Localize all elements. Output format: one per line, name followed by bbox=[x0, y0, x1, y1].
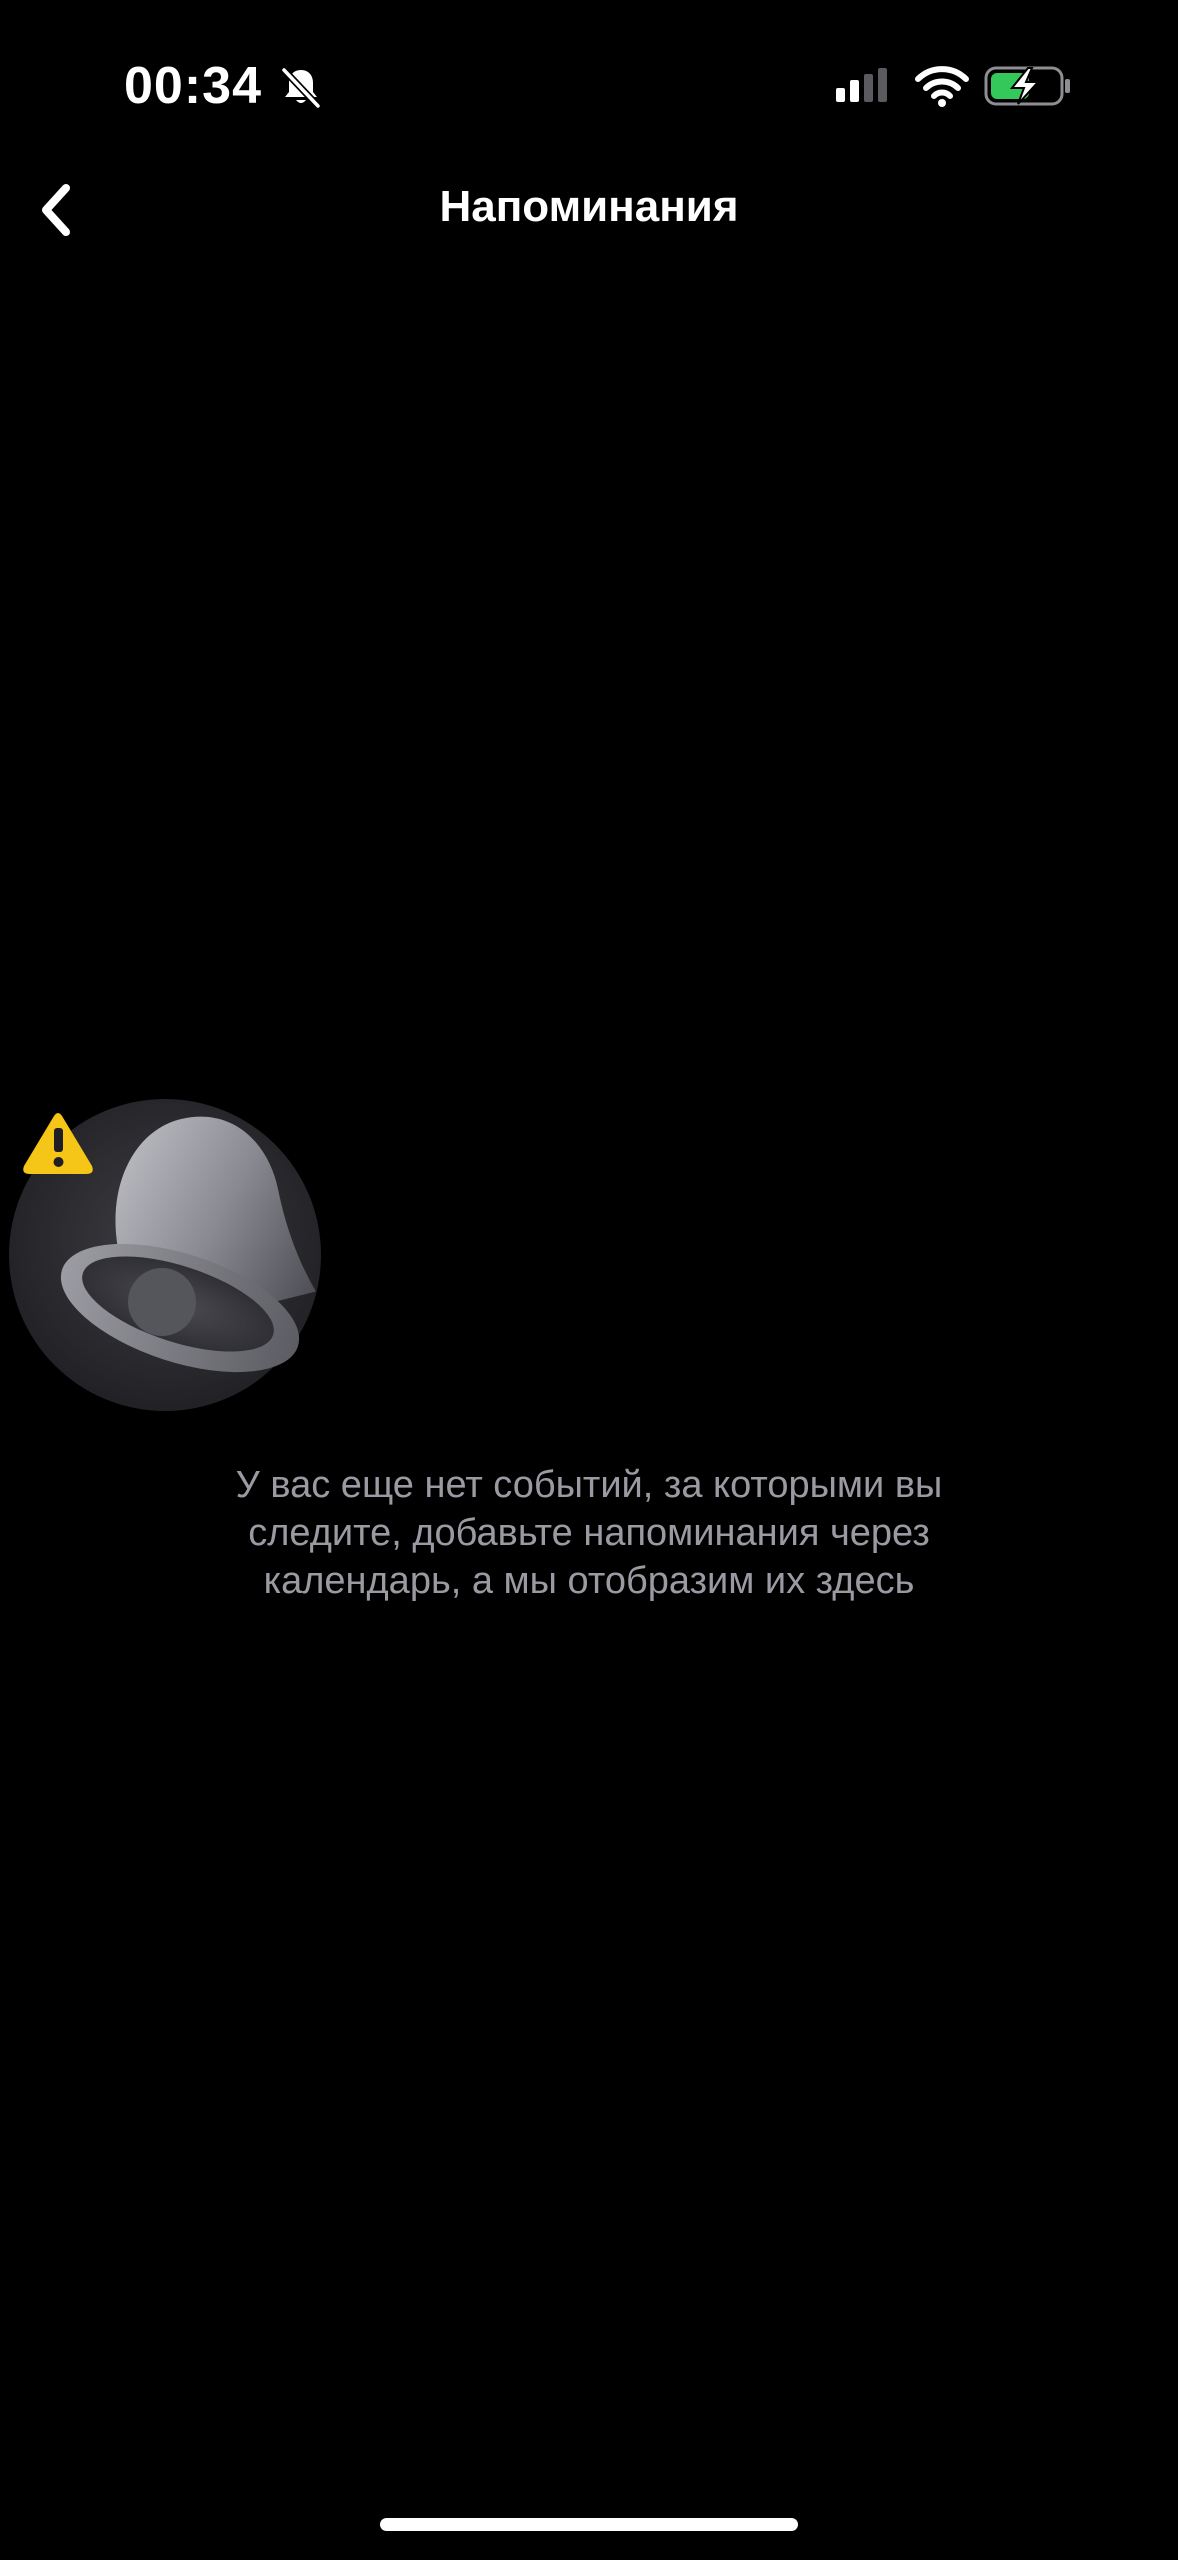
battery-charging-icon bbox=[984, 66, 1070, 106]
cellular-signal-icon bbox=[836, 68, 887, 102]
bell-slash-icon bbox=[280, 66, 322, 110]
page-title: Напоминания bbox=[439, 182, 739, 231]
status-time: 00:34 bbox=[124, 57, 262, 115]
empty-state-message: У вас еще нет событий, за которыми вы сл… bbox=[235, 1464, 943, 1602]
status-bar: 00:34 bbox=[0, 0, 1178, 170]
navigation-header: Напоминания bbox=[0, 160, 1178, 260]
wifi-icon bbox=[915, 66, 969, 107]
bell-icon bbox=[9, 1099, 321, 1411]
home-indicator[interactable] bbox=[380, 2518, 798, 2531]
empty-state: У вас еще нет событий, за которыми вы сл… bbox=[0, 1090, 1178, 1605]
